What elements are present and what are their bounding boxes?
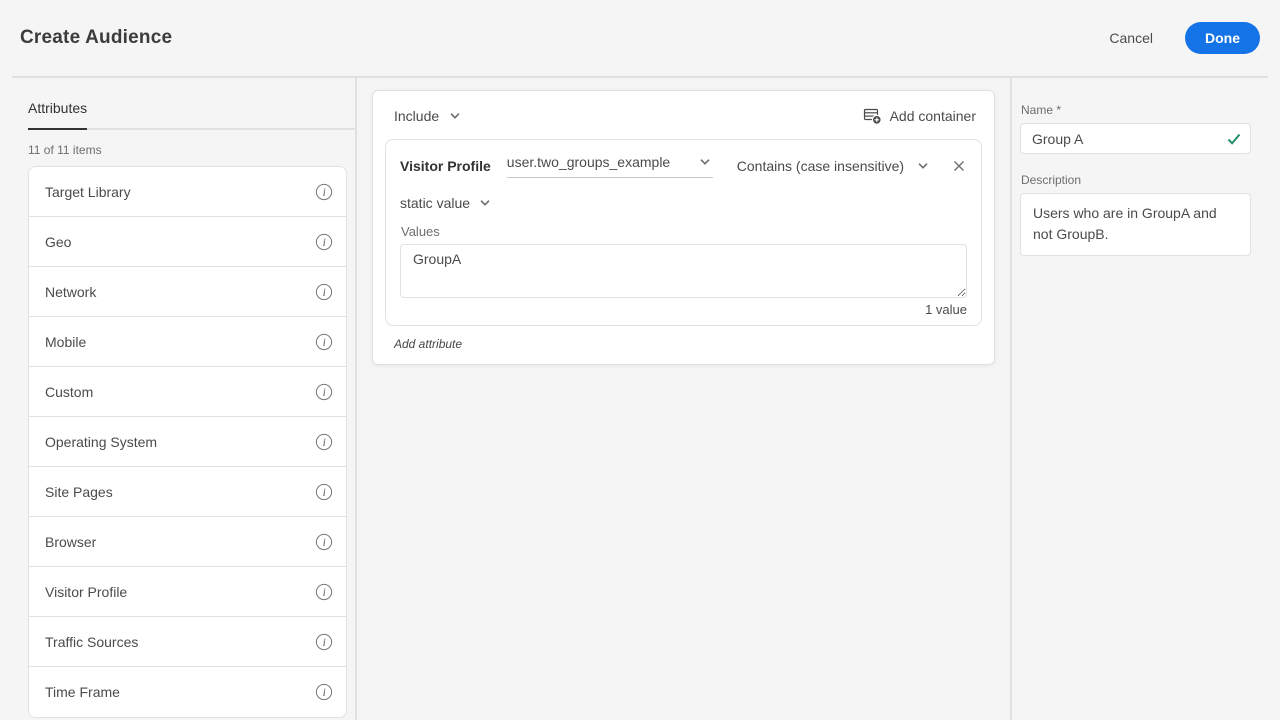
svg-text:i: i bbox=[323, 437, 326, 449]
info-icon[interactable]: i bbox=[315, 483, 333, 501]
info-icon[interactable]: i bbox=[315, 233, 333, 251]
info-icon[interactable]: i bbox=[315, 683, 333, 701]
description-label: Description bbox=[1021, 173, 1082, 187]
container-add-icon bbox=[863, 106, 882, 125]
details-panel: Name * Description Users who are in Grou… bbox=[1010, 78, 1280, 720]
close-icon bbox=[953, 160, 965, 172]
values-textarea[interactable]: GroupA bbox=[400, 244, 967, 298]
svg-text:i: i bbox=[323, 537, 326, 549]
chevron-down-icon bbox=[700, 159, 710, 165]
svg-text:i: i bbox=[323, 237, 326, 249]
description-input[interactable]: Users who are in GroupA and not GroupB. bbox=[1020, 193, 1251, 256]
add-attribute-button[interactable]: Add attribute bbox=[394, 337, 462, 351]
info-icon[interactable]: i bbox=[315, 533, 333, 551]
name-input[interactable] bbox=[1020, 123, 1251, 154]
list-item-browser[interactable]: Browser i bbox=[29, 517, 346, 567]
svg-text:i: i bbox=[323, 187, 326, 199]
info-icon[interactable]: i bbox=[315, 583, 333, 601]
include-container: Include Add container Visitor Profile us… bbox=[372, 90, 995, 365]
svg-text:i: i bbox=[323, 387, 326, 399]
list-item-time-frame[interactable]: Time Frame i bbox=[29, 667, 346, 717]
svg-text:i: i bbox=[323, 587, 326, 599]
info-icon[interactable]: i bbox=[315, 633, 333, 651]
list-item-traffic-sources[interactable]: Traffic Sources i bbox=[29, 617, 346, 667]
main-content: Attributes 11 of 11 items Target Library… bbox=[0, 78, 1280, 720]
info-icon[interactable]: i bbox=[315, 283, 333, 301]
list-item-geo[interactable]: Geo i bbox=[29, 217, 346, 267]
items-count: 11 of 11 items bbox=[28, 143, 102, 157]
value-source-dropdown[interactable]: static value bbox=[400, 195, 490, 211]
info-icon[interactable]: i bbox=[315, 183, 333, 201]
value-count: 1 value bbox=[925, 302, 967, 317]
valid-checkmark-icon bbox=[1227, 133, 1241, 145]
list-item-mobile[interactable]: Mobile i bbox=[29, 317, 346, 367]
list-item-visitor-profile[interactable]: Visitor Profile i bbox=[29, 567, 346, 617]
svg-text:i: i bbox=[323, 687, 326, 699]
name-label: Name * bbox=[1021, 103, 1062, 117]
values-label: Values bbox=[401, 224, 440, 239]
svg-text:i: i bbox=[323, 287, 326, 299]
container-header: Include Add container bbox=[385, 103, 982, 127]
remove-attribute-button[interactable] bbox=[953, 160, 965, 172]
chevron-down-icon bbox=[450, 112, 460, 119]
list-item-target-library[interactable]: Target Library i bbox=[29, 167, 346, 217]
svg-text:i: i bbox=[323, 487, 326, 499]
page-title: Create Audience bbox=[20, 27, 173, 48]
attribute-select[interactable]: user.two_groups_example bbox=[506, 154, 713, 178]
tab-attributes[interactable]: Attributes bbox=[28, 100, 88, 130]
rule-builder: Include Add container Visitor Profile us… bbox=[357, 78, 1010, 720]
svg-text:i: i bbox=[323, 637, 326, 649]
list-item-custom[interactable]: Custom i bbox=[29, 367, 346, 417]
add-container-button[interactable]: Add container bbox=[863, 106, 976, 125]
sidebar-tabs: Attributes bbox=[28, 78, 355, 130]
chevron-down-icon bbox=[918, 163, 928, 169]
list-item-site-pages[interactable]: Site Pages i bbox=[29, 467, 346, 517]
attribute-type-label: Visitor Profile bbox=[400, 158, 491, 174]
done-button[interactable]: Done bbox=[1185, 22, 1260, 54]
list-item-network[interactable]: Network i bbox=[29, 267, 346, 317]
attribute-rule-row: Visitor Profile user.two_groups_example … bbox=[400, 154, 967, 178]
info-icon[interactable]: i bbox=[315, 383, 333, 401]
cancel-button[interactable]: Cancel bbox=[1109, 30, 1153, 46]
attribute-rule-card: Visitor Profile user.two_groups_example … bbox=[385, 139, 982, 326]
header-bar: Create Audience Cancel Done bbox=[0, 0, 1280, 76]
attribute-list: Target Library i Geo i Network i Mobile … bbox=[28, 166, 347, 718]
attributes-sidebar: Attributes 11 of 11 items Target Library… bbox=[0, 78, 357, 720]
chevron-down-icon bbox=[480, 200, 490, 206]
svg-text:i: i bbox=[323, 337, 326, 349]
list-item-operating-system[interactable]: Operating System i bbox=[29, 417, 346, 467]
info-icon[interactable]: i bbox=[315, 433, 333, 451]
name-field-wrap bbox=[1020, 123, 1251, 154]
operator-select[interactable]: Contains (case insensitive) bbox=[737, 158, 928, 174]
include-dropdown[interactable]: Include bbox=[394, 108, 460, 124]
create-audience-page: Create Audience Cancel Done Attributes 1… bbox=[0, 0, 1280, 720]
header-actions: Cancel Done bbox=[1109, 22, 1260, 54]
info-icon[interactable]: i bbox=[315, 333, 333, 351]
